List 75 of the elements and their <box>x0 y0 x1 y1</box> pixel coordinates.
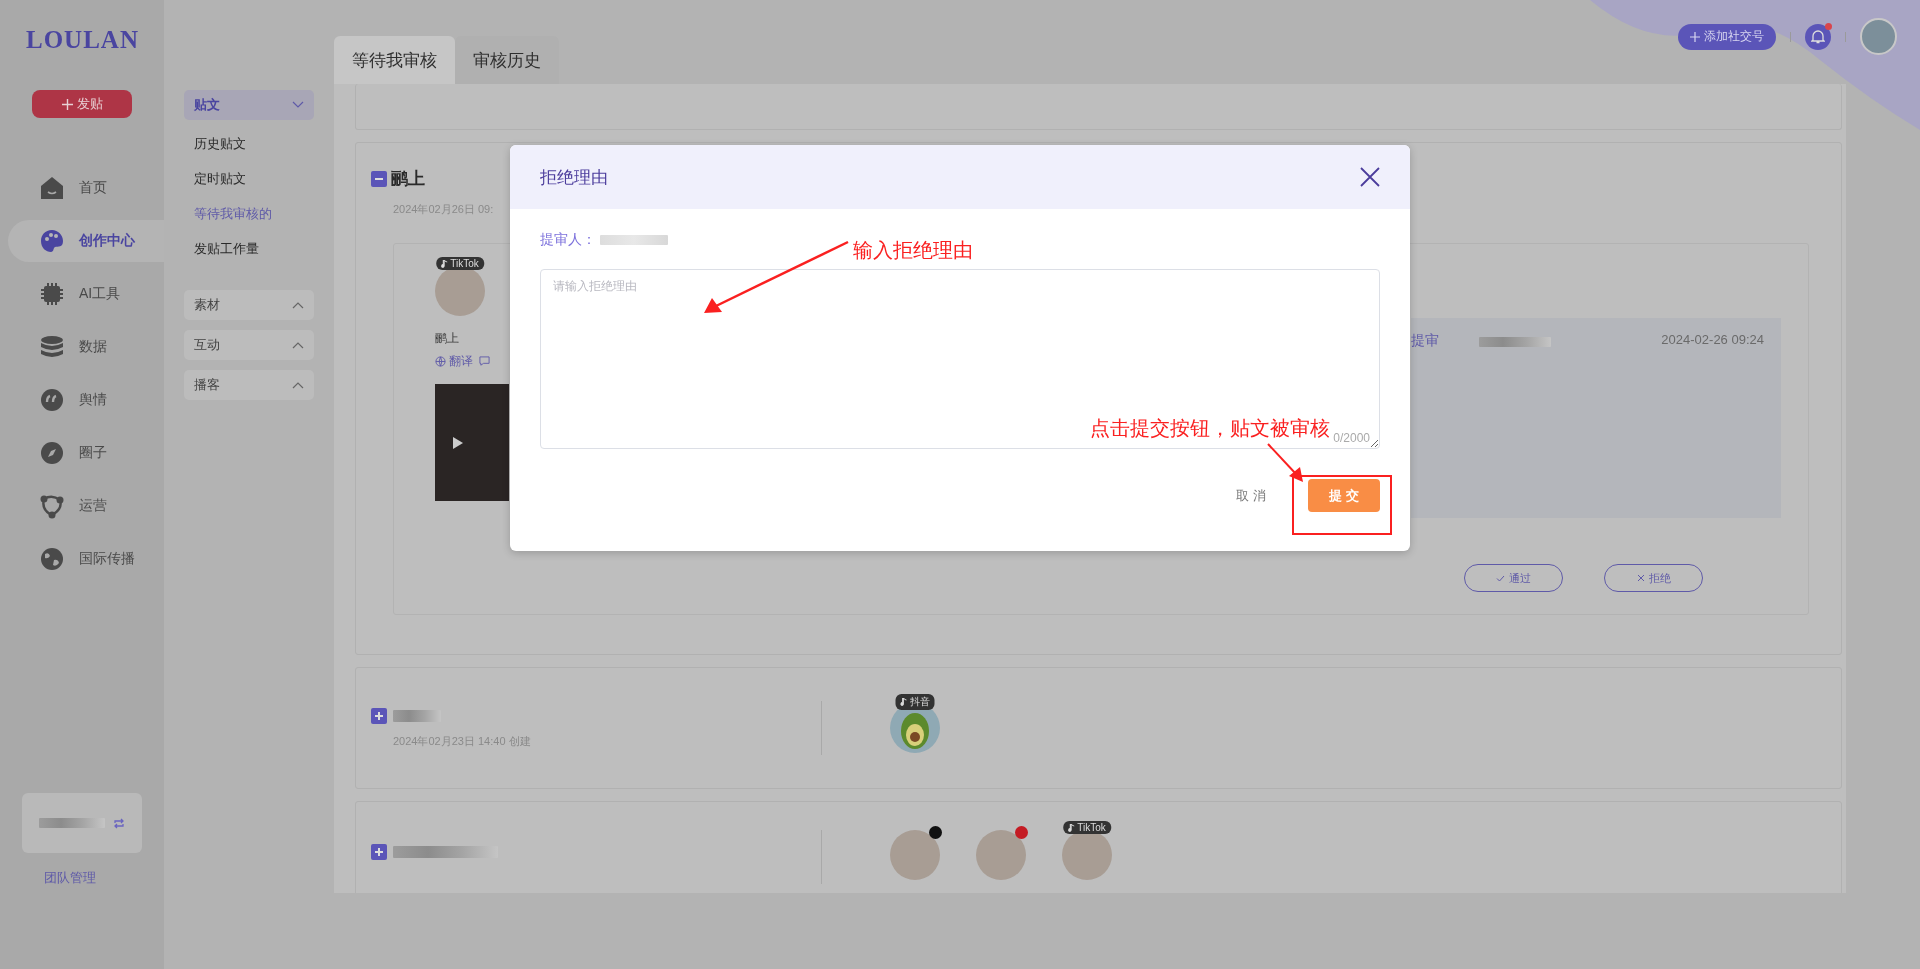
platform-badge-icon <box>929 826 942 839</box>
close-icon <box>1636 574 1645 582</box>
dialog-title: 拒绝理由 <box>540 166 608 189</box>
video-thumbnail[interactable] <box>435 384 509 501</box>
plus-icon <box>61 98 73 110</box>
account-avatar <box>890 830 940 880</box>
annotation-arrow <box>1267 443 1303 482</box>
nav-item[interactable]: AI工具 <box>8 273 164 315</box>
submitter-label: 提审人： <box>540 231 596 249</box>
nav-item[interactable]: 运营 <box>8 485 164 527</box>
submenu-item[interactable]: 等待我审核的 <box>184 196 314 231</box>
menu-group-header[interactable]: 贴文 <box>184 90 314 120</box>
account-avatar <box>976 830 1026 880</box>
chevron-icon <box>292 101 304 109</box>
logo: LOULAN <box>26 26 139 54</box>
platform-badge-icon <box>1015 826 1028 839</box>
nav-item[interactable]: 首页 <box>8 167 164 209</box>
platform-badge: TikTok <box>1063 821 1111 834</box>
review-time: 2024-02-26 09:24 <box>1661 332 1764 347</box>
post-title: 鹂上 <box>391 168 425 190</box>
translate-link[interactable]: 翻译 <box>435 353 473 370</box>
menu-group-header[interactable]: 播客 <box>184 370 314 400</box>
nav-item[interactable]: 舆情 <box>8 379 164 421</box>
cancel-button[interactable]: 取 消 <box>1230 485 1272 506</box>
collapse-icon[interactable] <box>371 170 387 187</box>
submenu-item[interactable]: 历史贴文 <box>184 126 314 161</box>
close-button[interactable] <box>1358 165 1382 189</box>
music-note-icon <box>1068 823 1076 832</box>
globe-icon <box>39 546 65 572</box>
nav-item[interactable]: 圈子 <box>8 432 164 474</box>
expand-icon[interactable] <box>371 844 387 860</box>
globe-icon <box>435 356 446 367</box>
plus-icon <box>1690 31 1700 42</box>
review-action: 提审 <box>1411 332 1439 350</box>
palette-icon <box>39 228 65 254</box>
network-icon <box>39 493 65 519</box>
menu-group-header[interactable]: 素材 <box>184 290 314 320</box>
nav-item[interactable]: 创作中心 <box>8 220 164 262</box>
platform-badge: 抖音 <box>895 694 935 710</box>
check-icon <box>1496 574 1505 582</box>
blurred-text <box>1479 337 1551 347</box>
tab[interactable]: 等待我审核 <box>334 36 455 84</box>
nav-item[interactable]: 数据 <box>8 326 164 368</box>
chevron-icon <box>292 341 304 349</box>
switch-icon[interactable] <box>113 817 125 829</box>
music-note-icon <box>441 259 449 268</box>
blurred-text <box>600 235 668 245</box>
quote-icon <box>39 387 65 413</box>
menu-group-header[interactable]: 互动 <box>184 330 314 360</box>
chip-icon <box>39 281 65 307</box>
blurred-text <box>393 709 441 722</box>
nav-item[interactable]: 国际传播 <box>8 538 164 580</box>
chevron-icon <box>292 381 304 389</box>
char-counter: 0/2000 <box>1333 431 1370 445</box>
close-icon <box>1358 165 1382 189</box>
play-icon[interactable] <box>453 436 463 449</box>
database-icon <box>39 334 65 360</box>
blurred-text <box>39 818 105 828</box>
platform-badge: TikTok <box>436 257 484 270</box>
annotation-text: 输入拒绝理由 <box>853 238 973 263</box>
bell-icon <box>1811 29 1825 44</box>
submenu-item[interactable]: 定时贴文 <box>184 161 314 196</box>
team-management-link[interactable]: 团队管理 <box>44 869 96 887</box>
post-caption: 鹂上 <box>435 330 459 347</box>
submenu-item[interactable]: 发贴工作量 <box>184 231 314 266</box>
home-icon <box>39 175 65 201</box>
compass-icon <box>39 440 65 466</box>
chevron-icon <box>292 301 304 309</box>
music-note-icon <box>900 698 908 706</box>
comment-icon[interactable] <box>479 356 490 367</box>
expand-icon[interactable] <box>371 707 387 724</box>
add-account-button[interactable]: 添加社交号 <box>1678 23 1776 50</box>
annotation-text: 点击提交按钮，贴文被审核 <box>1090 416 1330 441</box>
submit-button[interactable]: 提 交 <box>1308 479 1380 512</box>
post-button[interactable]: 发贴 <box>32 90 132 118</box>
